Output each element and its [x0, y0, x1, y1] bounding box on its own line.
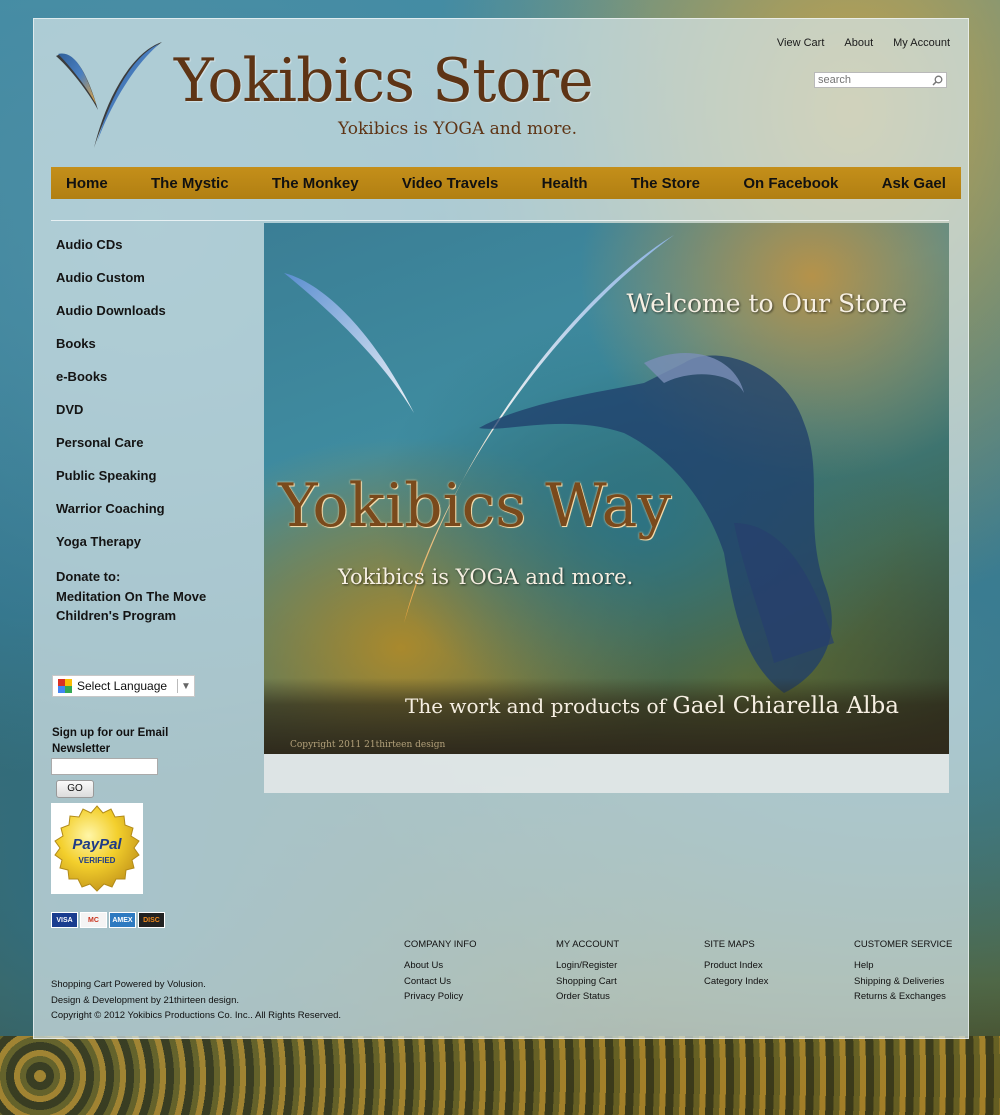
amex-card-icon: AMEX: [109, 912, 136, 928]
hero-work-name: Gael Chiarella Alba: [672, 693, 899, 719]
hero-caption-strip: [264, 754, 949, 793]
mastercard-card-icon: MC: [80, 912, 107, 928]
category-list: Audio CDs Audio Custom Audio Downloads B…: [56, 237, 246, 626]
language-select[interactable]: Select Language ▼: [52, 675, 195, 697]
nav-home[interactable]: Home: [66, 175, 108, 192]
footer-link-shopping-cart[interactable]: Shopping Cart: [556, 974, 619, 990]
category-public-speaking[interactable]: Public Speaking: [56, 468, 246, 501]
footer-column-heading: COMPANY INFO: [404, 939, 477, 950]
newsletter-go-button[interactable]: GO: [56, 780, 94, 798]
dropdown-arrow-icon: ▼: [181, 680, 191, 692]
discover-card-icon: DISC: [138, 912, 165, 928]
my-account-link[interactable]: My Account: [893, 37, 950, 49]
footer-link-login-register[interactable]: Login/Register: [556, 958, 619, 974]
yokibics-logo-icon[interactable]: [52, 38, 167, 153]
category-warrior-coaching[interactable]: Warrior Coaching: [56, 501, 246, 534]
footer-link-category-index[interactable]: Category Index: [704, 974, 768, 990]
footer-link-shipping-deliveries[interactable]: Shipping & Deliveries: [854, 974, 952, 990]
category-e-books[interactable]: e-Books: [56, 369, 246, 402]
store-title[interactable]: Yokibics Store: [174, 46, 594, 116]
footer-link-contact-us[interactable]: Contact Us: [404, 974, 477, 990]
header-divider: [51, 220, 949, 221]
search-icon[interactable]: [930, 73, 944, 87]
nav-the-store[interactable]: The Store: [631, 175, 700, 192]
google-icon: [53, 679, 77, 693]
footer-link-privacy-policy[interactable]: Privacy Policy: [404, 989, 477, 1005]
nav-video-travels[interactable]: Video Travels: [402, 175, 498, 192]
nav-the-monkey[interactable]: The Monkey: [272, 175, 359, 192]
hero-copyright: Copyright 2011 21thirteen design: [290, 740, 446, 750]
nav-the-mystic[interactable]: The Mystic: [151, 175, 229, 192]
background-ornament: [0, 1036, 1000, 1115]
donate-line: Donate to:: [56, 569, 121, 584]
visa-card-icon: VISA: [51, 912, 78, 928]
category-dvd[interactable]: DVD: [56, 402, 246, 435]
hero-work-prefix: The work and products of: [405, 694, 666, 718]
store-tagline: Yokibics is YOGA and more.: [338, 119, 577, 139]
paypal-verified-seal[interactable]: PayPal VERIFIED: [51, 803, 143, 894]
about-link[interactable]: About: [844, 37, 873, 49]
footer-column-heading: MY ACCOUNT: [556, 939, 620, 950]
category-audio-downloads[interactable]: Audio Downloads: [56, 303, 246, 336]
footer-credits: Shopping Cart Powered by Volusion. Desig…: [51, 977, 341, 1024]
nav-ask-gael[interactable]: Ask Gael: [882, 175, 946, 192]
footer-column-company-info: COMPANY INFO About Us Contact Us Privacy…: [404, 939, 477, 1005]
hero-welcome-text: Welcome to Our Store: [626, 289, 907, 318]
language-select-label: Select Language: [77, 679, 168, 693]
newsletter-email-input[interactable]: [51, 758, 158, 775]
hero-title: Yokibics Way: [278, 471, 672, 541]
newsletter-label: Sign up for our Email Newsletter: [52, 727, 169, 755]
category-audio-custom[interactable]: Audio Custom: [56, 270, 246, 303]
footer-column-heading: CUSTOMER SERVICE: [854, 939, 953, 950]
footer-link-product-index[interactable]: Product Index: [704, 958, 768, 974]
footer-column-site-maps: SITE MAPS Product Index Category Index: [704, 939, 768, 989]
footer-link-returns-exchanges[interactable]: Returns & Exchanges: [854, 989, 952, 1005]
category-yoga-therapy[interactable]: Yoga Therapy: [56, 534, 246, 567]
hero-work-text: The work and products of Gael Chiarella …: [405, 693, 899, 719]
paypal-text: PayPal: [72, 836, 122, 853]
nav-health[interactable]: Health: [542, 175, 588, 192]
utility-links: View Cart About My Account: [777, 37, 950, 49]
payment-cards: VISA MC AMEX DISC: [51, 912, 165, 928]
footer-credit-line: Design & Development by 21thirteen desig…: [51, 994, 240, 1006]
footer-link-help[interactable]: Help: [854, 958, 952, 974]
nav-on-facebook[interactable]: On Facebook: [743, 175, 838, 192]
footer-link-order-status[interactable]: Order Status: [556, 989, 619, 1005]
footer-credit-line: Copyright © 2012 Yokibics Productions Co…: [51, 1010, 342, 1021]
hero-subtitle: Yokibics is YOGA and more.: [338, 565, 634, 589]
category-personal-care[interactable]: Personal Care: [56, 435, 246, 468]
donate-line: Children's Program: [56, 608, 177, 623]
footer-link-about-us[interactable]: About Us: [404, 958, 477, 974]
footer-column-heading: SITE MAPS: [704, 939, 755, 950]
category-books[interactable]: Books: [56, 336, 246, 369]
search-box: [814, 72, 947, 88]
donate-line: Meditation On The Move: [56, 588, 207, 604]
category-donate[interactable]: Donate to: Meditation On The Move Childr…: [56, 567, 246, 626]
category-audio-cds[interactable]: Audio CDs: [56, 237, 246, 270]
view-cart-link[interactable]: View Cart: [777, 37, 824, 49]
paypal-verified-text: VERIFIED: [79, 856, 116, 865]
hero-banner[interactable]: Welcome to Our Store Yokibics Way Yokibi…: [264, 223, 949, 754]
main-nav: Home The Mystic The Monkey Video Travels…: [51, 167, 961, 199]
footer-credit-line: Shopping Cart Powered by Volusion.: [51, 979, 206, 990]
footer-column-customer-service: CUSTOMER SERVICE Help Shipping & Deliver…: [854, 939, 952, 1005]
search-input[interactable]: [815, 73, 930, 87]
footer-column-my-account: MY ACCOUNT Login/Register Shopping Cart …: [556, 939, 619, 1005]
